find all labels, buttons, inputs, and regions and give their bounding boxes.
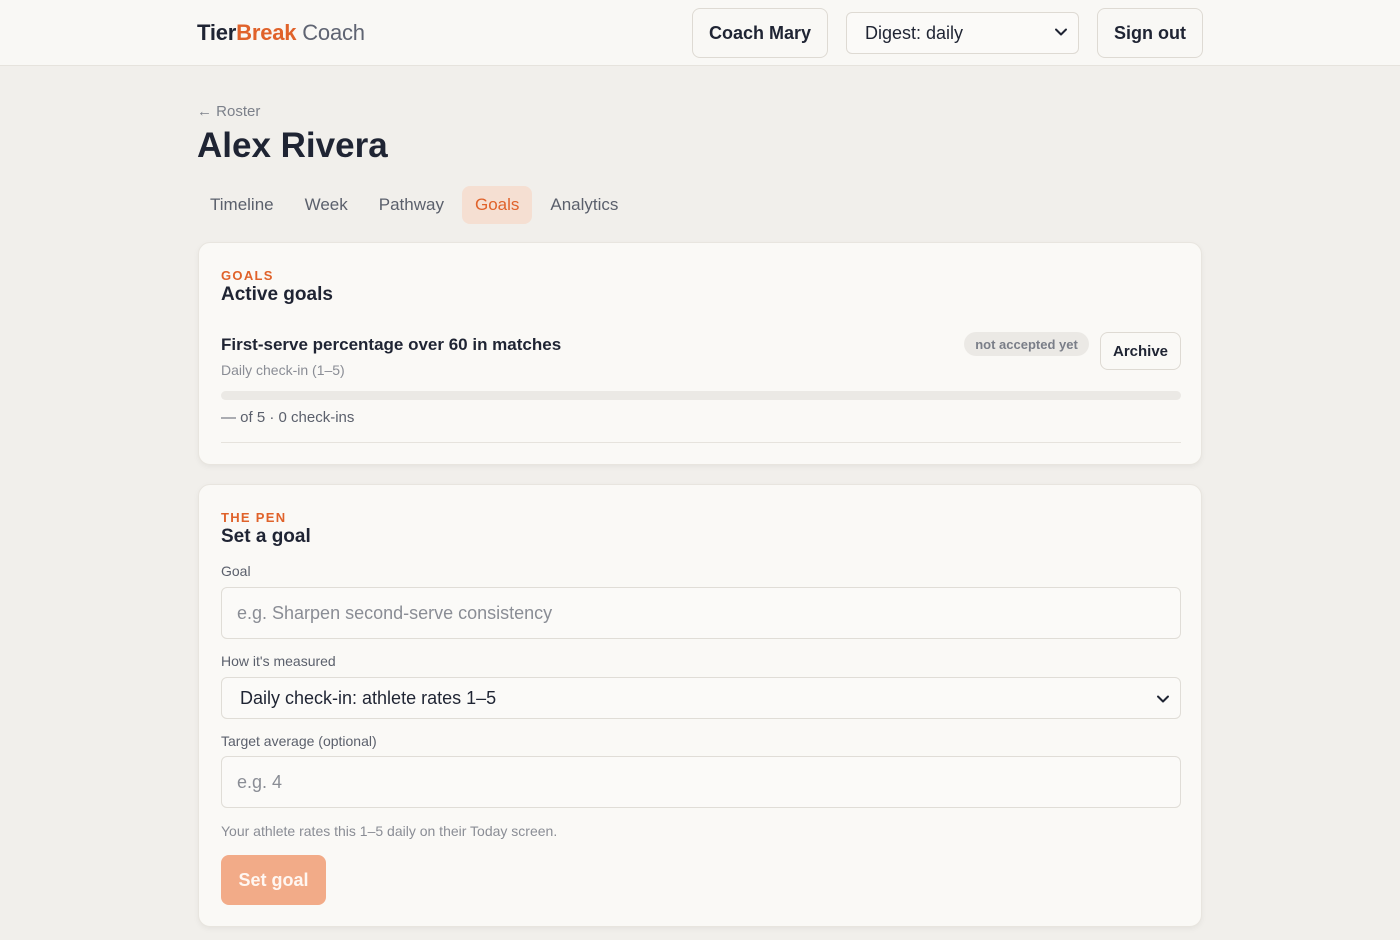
target-field-label: Target average (optional): [221, 733, 377, 749]
tab-pathway[interactable]: Pathway: [366, 186, 457, 224]
chevron-down-icon: [1157, 695, 1169, 703]
page-title: Alex Rivera: [197, 126, 388, 165]
hint-text: Your athlete rates this 1–5 daily on the…: [221, 823, 558, 839]
target-average-input[interactable]: [221, 756, 1181, 808]
goal-input[interactable]: [221, 587, 1181, 639]
brand-part-1: Tier: [197, 20, 237, 45]
divider: [221, 442, 1181, 443]
goal-title: First-serve percentage over 60 in matche…: [221, 335, 562, 354]
top-bar: TierBreak Coach Coach Mary Digest: daily…: [0, 0, 1400, 66]
card-eyebrow: THE PEN: [221, 510, 287, 525]
active-goals-card: GOALS Active goals First-serve percentag…: [198, 242, 1202, 465]
card-heading: Active goals: [221, 284, 333, 305]
tab-analytics[interactable]: Analytics: [537, 186, 631, 224]
athlete-tabs: Timeline Week Pathway Goals Analytics: [197, 186, 636, 224]
brand-part-2: Break: [236, 20, 297, 45]
card-heading: Set a goal: [221, 526, 311, 547]
brand-logo[interactable]: TierBreak Coach: [197, 20, 365, 46]
measure-select[interactable]: Daily check-in: athlete rates 1–5: [221, 677, 1181, 719]
sign-out-button[interactable]: Sign out: [1097, 8, 1203, 58]
set-goal-button[interactable]: Set goal: [221, 855, 326, 905]
digest-select-value: Digest: daily: [865, 22, 964, 43]
measure-select-value: Daily check-in: athlete rates 1–5: [240, 687, 497, 708]
tab-goals[interactable]: Goals: [461, 186, 533, 224]
set-goal-card: THE PEN Set a goal Goal How it's measure…: [198, 484, 1202, 927]
card-eyebrow: GOALS: [221, 268, 274, 283]
measure-field-label: How it's measured: [221, 653, 336, 669]
brand-part-3: Coach: [302, 20, 365, 45]
goal-progress-text: — of 5 · 0 check-ins: [221, 409, 355, 426]
goal-measure: Daily check-in (1–5): [221, 362, 345, 378]
tab-timeline[interactable]: Timeline: [197, 186, 287, 224]
chevron-down-icon: [1055, 28, 1067, 36]
archive-button[interactable]: Archive: [1100, 332, 1181, 370]
breadcrumb-roster-link[interactable]: ← Roster: [197, 103, 260, 120]
status-badge: not accepted yet: [964, 332, 1089, 356]
goal-field-label: Goal: [221, 563, 251, 579]
digest-select[interactable]: Digest: daily: [846, 12, 1079, 54]
goal-progress-bar: [221, 391, 1181, 400]
tab-week[interactable]: Week: [292, 186, 361, 224]
coach-profile-button[interactable]: Coach Mary: [692, 8, 828, 58]
